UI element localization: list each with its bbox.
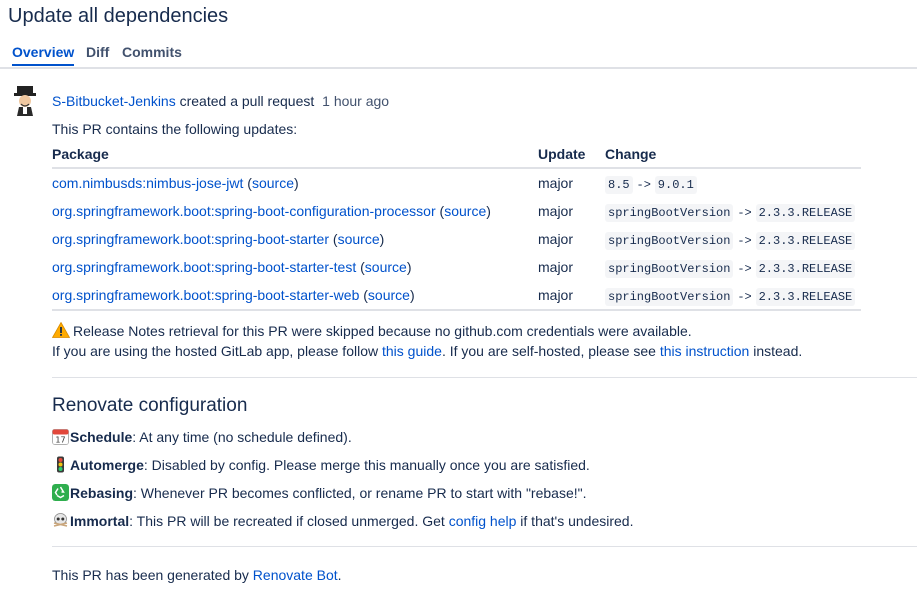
package-link[interactable]: org.springframework.boot:spring-boot-con… bbox=[52, 203, 436, 219]
tab-commits[interactable]: Commits bbox=[122, 44, 182, 64]
change-to: 2.3.3.RELEASE bbox=[755, 259, 856, 278]
recycle-icon bbox=[52, 484, 69, 501]
author-link[interactable]: S-Bitbucket-Jenkins bbox=[52, 93, 176, 109]
automerge-text: : Disabled by config. Please merge this … bbox=[143, 457, 590, 473]
change-to: 2.3.3.RELEASE bbox=[755, 203, 856, 222]
immortal-text-a: : This PR will be recreated if closed un… bbox=[129, 513, 445, 529]
svg-text:17: 17 bbox=[55, 436, 65, 445]
intro-text: This PR contains the following updates: bbox=[52, 121, 298, 137]
notice-text-a: If you are using the hosted GitLab app, … bbox=[52, 343, 379, 359]
rebasing-label: Rebasing bbox=[70, 485, 134, 501]
package-link[interactable]: org.springframework.boot:spring-boot-sta… bbox=[52, 231, 329, 247]
tab-overview[interactable]: Overview bbox=[12, 44, 75, 66]
config-help-link[interactable]: config help bbox=[449, 513, 517, 529]
source-link[interactable]: source bbox=[368, 287, 410, 303]
activity-time[interactable]: 1 hour ago bbox=[322, 93, 389, 109]
footer-end: . bbox=[337, 567, 342, 583]
update-type: major bbox=[538, 231, 574, 247]
footer-note: This PR has been generated by Renovate B… bbox=[52, 567, 342, 583]
activity-action: created a pull request bbox=[179, 93, 315, 109]
change-arrow: -> bbox=[737, 261, 752, 276]
change-to: 9.0.1 bbox=[654, 175, 697, 194]
immortal-text-b: if that's undesired. bbox=[520, 513, 634, 529]
table-row: org.springframework.boot:spring-boot-sta… bbox=[52, 281, 861, 311]
update-type: major bbox=[538, 203, 574, 219]
this-instruction-link[interactable]: this instruction bbox=[660, 343, 749, 359]
this-guide-link[interactable]: this guide bbox=[382, 343, 442, 359]
package-link[interactable]: com.nimbusds:nimbus-jose-jwt bbox=[52, 175, 243, 191]
calendar-icon: 17 bbox=[52, 429, 69, 445]
automerge-label: Automerge bbox=[70, 457, 144, 473]
change-from: springBootVersion bbox=[605, 203, 734, 222]
source-link[interactable]: source bbox=[338, 231, 380, 247]
config-immortal: Immortal: This PR will be recreated if c… bbox=[52, 512, 633, 529]
jenkins-avatar[interactable] bbox=[12, 86, 38, 116]
notice-text-c: instead. bbox=[753, 343, 803, 359]
updates-table: Package Update Change com.nimbusds:nimbu… bbox=[52, 141, 861, 311]
change-arrow: -> bbox=[636, 177, 651, 192]
notice-text-b: . If you are self-hosted, please see bbox=[441, 343, 656, 359]
change-from: 8.5 bbox=[605, 175, 633, 194]
header-update: Update bbox=[538, 141, 605, 169]
package-link[interactable]: org.springframework.boot:spring-boot-sta… bbox=[52, 259, 356, 275]
table-row: org.springframework.boot:spring-boot-con… bbox=[52, 197, 861, 225]
update-type: major bbox=[538, 175, 574, 191]
header-package: Package bbox=[52, 141, 538, 169]
change-arrow: -> bbox=[737, 233, 752, 248]
schedule-text: : At any time (no schedule defined). bbox=[132, 429, 352, 445]
change-from: springBootVersion bbox=[605, 287, 734, 306]
renovate-bot-link[interactable]: Renovate Bot bbox=[253, 567, 338, 583]
source-link[interactable]: source bbox=[252, 175, 294, 191]
config-schedule: 17 Schedule: At any time (no schedule de… bbox=[52, 428, 352, 445]
tab-bar: Overview Diff Commits bbox=[0, 44, 917, 69]
change-arrow: -> bbox=[737, 205, 752, 220]
footer-text: This PR has been generated by bbox=[52, 567, 249, 583]
table-row: org.springframework.boot:spring-boot-sta… bbox=[52, 253, 861, 281]
divider bbox=[52, 377, 917, 378]
change-to: 2.3.3.RELEASE bbox=[755, 287, 856, 306]
change-to: 2.3.3.RELEASE bbox=[755, 231, 856, 250]
release-notes-notice: Release Notes retrieval for this PR were… bbox=[52, 321, 802, 361]
source-link[interactable]: source bbox=[365, 259, 407, 275]
skull-icon bbox=[53, 513, 68, 527]
tab-diff[interactable]: Diff bbox=[86, 44, 109, 64]
change-from: springBootVersion bbox=[605, 259, 734, 278]
immortal-label: Immortal bbox=[70, 513, 130, 529]
config-automerge: Automerge: Disabled by config. Please me… bbox=[52, 456, 590, 473]
change-from: springBootVersion bbox=[605, 231, 734, 250]
renovate-config-heading: Renovate configuration bbox=[52, 395, 248, 416]
activity-line: S-Bitbucket-Jenkins created a pull reque… bbox=[52, 93, 389, 109]
page-title: Update all dependencies bbox=[8, 5, 229, 27]
package-link[interactable]: org.springframework.boot:spring-boot-sta… bbox=[52, 287, 359, 303]
traffic-light-icon bbox=[57, 456, 64, 473]
schedule-label: Schedule bbox=[70, 429, 133, 445]
table-row: com.nimbusds:nimbus-jose-jwt (source) ma… bbox=[52, 168, 861, 197]
warning-icon bbox=[52, 322, 70, 338]
config-rebasing: Rebasing: Whenever PR becomes conflicted… bbox=[52, 484, 586, 501]
update-type: major bbox=[538, 259, 574, 275]
change-arrow: -> bbox=[737, 289, 752, 304]
divider bbox=[52, 546, 917, 547]
table-row: org.springframework.boot:spring-boot-sta… bbox=[52, 225, 861, 253]
notice-line-1: Release Notes retrieval for this PR were… bbox=[73, 323, 692, 339]
header-change: Change bbox=[605, 141, 861, 169]
update-type: major bbox=[538, 281, 605, 311]
source-link[interactable]: source bbox=[444, 203, 486, 219]
rebasing-text: : Whenever PR becomes conflicted, or ren… bbox=[133, 485, 587, 501]
